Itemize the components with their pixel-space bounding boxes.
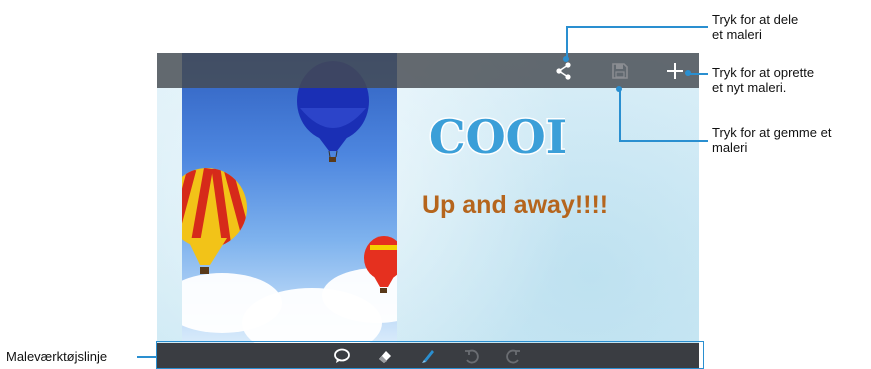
toolbar-highlight-frame — [156, 341, 704, 369]
save-icon[interactable] — [608, 59, 632, 83]
share-icon[interactable] — [552, 59, 576, 83]
save-callout: Tryk for at gemme et maleri — [712, 125, 831, 155]
new-callout-line2: et nyt maleri. — [712, 80, 787, 95]
new-callout-line — [688, 73, 708, 75]
share-callout-line1: Tryk for at dele — [712, 12, 799, 27]
share-callout-line-h — [566, 26, 708, 28]
share-callout-line2: et maleri — [712, 27, 762, 42]
save-callout-line1: Tryk for at gemme et — [712, 125, 832, 140]
paint-app-screen: COOL Up and away!!!! — [157, 53, 699, 369]
cool-logo[interactable]: COOL — [425, 105, 566, 164]
toolbar-callout-line — [137, 356, 156, 358]
canvas-caption[interactable]: Up and away!!!! — [422, 191, 608, 220]
save-callout-line2: maleri — [712, 140, 748, 155]
toolbar-callout-label: Maleværktøjslinje — [6, 349, 108, 364]
save-callout-line — [619, 89, 621, 141]
balloon-photo[interactable] — [182, 53, 397, 343]
new-callout-line1: Tryk for at oprette — [712, 65, 815, 80]
new-callout: Tryk for at oprette et nyt maleri. — [712, 65, 814, 95]
share-callout-line — [566, 26, 568, 58]
cool-logo-text: COOL — [429, 110, 565, 163]
toolbar-callout: Maleværktøjslinje — [6, 349, 107, 364]
plus-icon[interactable] — [663, 59, 687, 83]
top-action-bar — [157, 53, 699, 88]
save-callout-line-h — [619, 140, 708, 142]
share-callout: Tryk for at dele et maleri — [712, 12, 798, 42]
